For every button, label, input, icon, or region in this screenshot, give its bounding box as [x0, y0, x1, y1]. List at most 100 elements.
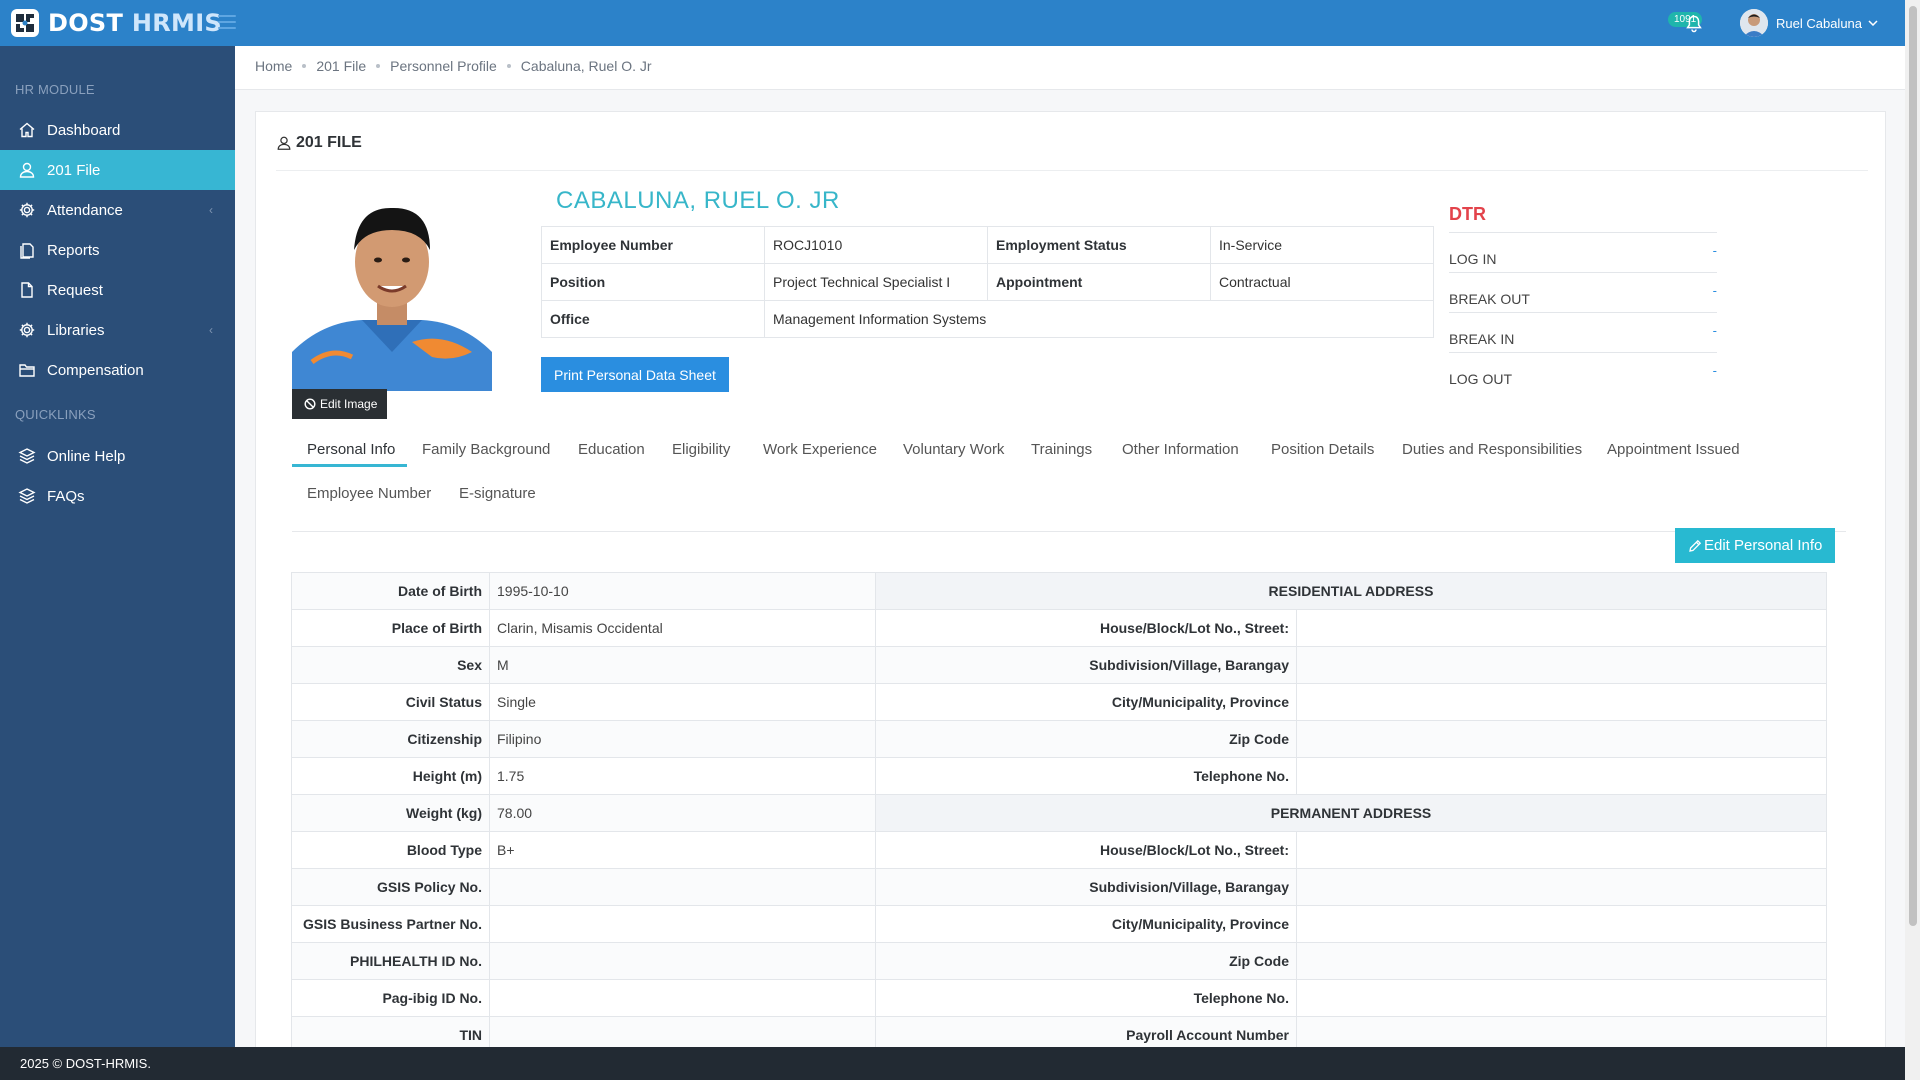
tab-duties-and-responsibilities[interactable]: Duties and Responsibilities	[1402, 441, 1582, 458]
dtr-value: -	[1712, 243, 1717, 258]
tab-eligibility[interactable]: Eligibility	[672, 441, 730, 458]
breadcrumb-separator	[302, 64, 307, 68]
table-row: GSIS Business Partner No. City/Municipal…	[291, 905, 1827, 943]
breadcrumb-separator	[376, 64, 381, 68]
dtr-title: DTR	[1449, 197, 1717, 233]
top-navbar: DOST HRMIS 1091 Ruel Cabaluna	[0, 0, 1905, 46]
brand-text: DOST HRMIS	[48, 9, 222, 37]
field-value	[1296, 831, 1827, 869]
chevron-left-icon: ‹	[209, 203, 213, 217]
tab-family-background[interactable]: Family Background	[422, 441, 550, 458]
user-name: Ruel Cabaluna	[1776, 15, 1863, 31]
sidebar-item-request[interactable]: Request	[0, 270, 235, 310]
field-value: 1995-10-10	[489, 572, 876, 610]
tab-employee-number[interactable]: Employee Number	[307, 485, 431, 502]
page-scrollbar[interactable]	[1905, 0, 1920, 1080]
card-title-text: 201 FILE	[296, 134, 362, 151]
field-value: 78.00	[489, 794, 876, 832]
dost-logo-icon	[11, 9, 39, 37]
field-value	[1296, 905, 1827, 943]
field-label: Weight (kg)	[291, 794, 490, 832]
tab-work-experience[interactable]: Work Experience	[763, 441, 877, 458]
dtr-panel: DTR LOG IN - BREAK OUT - BREAK IN - LOG …	[1449, 197, 1717, 392]
bell-icon	[1686, 15, 1702, 33]
breadcrumb: Home 201 File Personnel Profile Cabaluna…	[255, 58, 652, 74]
sidebar-item-label: Online Help	[47, 447, 126, 465]
field-value	[1296, 757, 1827, 795]
employment-status-label: Employment Status	[987, 226, 1211, 264]
table-row: Sex M Subdivision/Village, Barangay	[291, 646, 1827, 684]
field-label: Telephone No.	[875, 757, 1297, 795]
home-icon	[17, 120, 37, 140]
tab-trainings[interactable]: Trainings	[1031, 441, 1092, 458]
brand[interactable]: DOST HRMIS	[10, 7, 222, 39]
office-value: Management Information Systems	[764, 300, 1434, 338]
sidebar-item-attendance[interactable]: Attendance ‹	[0, 190, 235, 230]
field-label: City/Municipality, Province	[875, 905, 1297, 943]
table-row: Office Management Information Systems	[541, 300, 1434, 338]
field-label: City/Municipality, Province	[875, 683, 1297, 721]
field-value	[1296, 683, 1827, 721]
field-label: Subdivision/Village, Barangay	[875, 868, 1297, 906]
layers-icon	[17, 486, 37, 506]
edit-personal-info-button[interactable]: Edit Personal Info	[1675, 528, 1836, 563]
layers-icon	[17, 446, 37, 466]
sidebar-item-compensation[interactable]: Compensation	[0, 350, 235, 390]
menu-toggle-icon[interactable]	[218, 15, 236, 31]
user-menu[interactable]: Ruel Cabaluna	[1740, 9, 1878, 37]
employee-info-table: Employee Number ROCJ1010 Employment Stat…	[541, 226, 1434, 338]
field-value: Clarin, Misamis Occidental	[489, 609, 876, 647]
field-label: Date of Birth	[291, 572, 490, 610]
table-row: PHILHEALTH ID No. Zip Code	[291, 942, 1827, 980]
employee-name: CABALUNA, RUEL O. JR	[556, 187, 840, 214]
tab-position-details[interactable]: Position Details	[1271, 441, 1374, 458]
field-value	[489, 979, 876, 1017]
sidebar-item-label: Compensation	[47, 361, 144, 379]
sidebar-item-faqs[interactable]: FAQs	[0, 476, 235, 516]
breadcrumb-201-file[interactable]: 201 File	[316, 58, 366, 74]
sidebar-item-label: FAQs	[47, 487, 85, 505]
permanent-address-header: PERMANENT ADDRESS	[875, 794, 1827, 832]
sidebar-item-libraries[interactable]: Libraries ‹	[0, 310, 235, 350]
tab-e-signature[interactable]: E-signature	[459, 485, 536, 502]
field-label: Zip Code	[875, 942, 1297, 980]
edit-image-button[interactable]: Edit Image	[292, 389, 388, 419]
chevron-down-icon	[1868, 20, 1878, 26]
dtr-value: -	[1712, 363, 1717, 378]
ban-icon	[304, 398, 316, 410]
table-row: Height (m) 1.75 Telephone No.	[291, 757, 1827, 795]
table-row: Employee Number ROCJ1010 Employment Stat…	[541, 226, 1434, 264]
tab-other-information[interactable]: Other Information	[1122, 441, 1239, 458]
sidebar-item-dashboard[interactable]: Dashboard	[0, 110, 235, 150]
tab-education[interactable]: Education	[578, 441, 645, 458]
tab-voluntary-work[interactable]: Voluntary Work	[903, 441, 1004, 458]
tab-personal-info[interactable]: Personal Info	[307, 441, 395, 458]
position-label: Position	[541, 263, 765, 301]
scrollbar-thumb[interactable]	[1909, 6, 1917, 926]
print-pds-button[interactable]: Print Personal Data Sheet	[541, 357, 729, 392]
sidebar: HR MODULE Dashboard 201 File Attendance …	[0, 46, 235, 1047]
sidebar-item-online-help[interactable]: Online Help	[0, 436, 235, 476]
field-label: House/Block/Lot No., Street:	[875, 831, 1297, 869]
field-value: Filipino	[489, 720, 876, 758]
table-row: Civil Status Single City/Municipality, P…	[291, 683, 1827, 721]
field-label: Zip Code	[875, 720, 1297, 758]
tab-appointment-issued[interactable]: Appointment Issued	[1607, 441, 1740, 458]
breadcrumb-personnel-profile[interactable]: Personnel Profile	[390, 58, 497, 74]
sidebar-section-quicklinks: QUICKLINKS	[15, 407, 96, 422]
sidebar-item-reports[interactable]: Reports	[0, 230, 235, 270]
sidebar-item-label: Request	[47, 281, 103, 299]
field-value	[489, 942, 876, 980]
dtr-row-log-in: LOG IN -	[1449, 233, 1717, 273]
field-label: House/Block/Lot No., Street:	[875, 609, 1297, 647]
sidebar-item-201-file[interactable]: 201 File	[0, 150, 235, 190]
table-row: Place of Birth Clarin, Misamis Occidenta…	[291, 609, 1827, 647]
residential-address-header: RESIDENTIAL ADDRESS	[875, 572, 1827, 610]
breadcrumb-home[interactable]: Home	[255, 58, 292, 74]
field-label: GSIS Business Partner No.	[291, 905, 490, 943]
user-avatar	[1740, 9, 1768, 37]
notifications-button[interactable]: 1091	[1664, 10, 1708, 38]
table-row: Date of Birth 1995-10-10 RESIDENTIAL ADD…	[291, 572, 1827, 610]
brand-part2: HRMIS	[131, 9, 223, 37]
field-value: 1.75	[489, 757, 876, 795]
